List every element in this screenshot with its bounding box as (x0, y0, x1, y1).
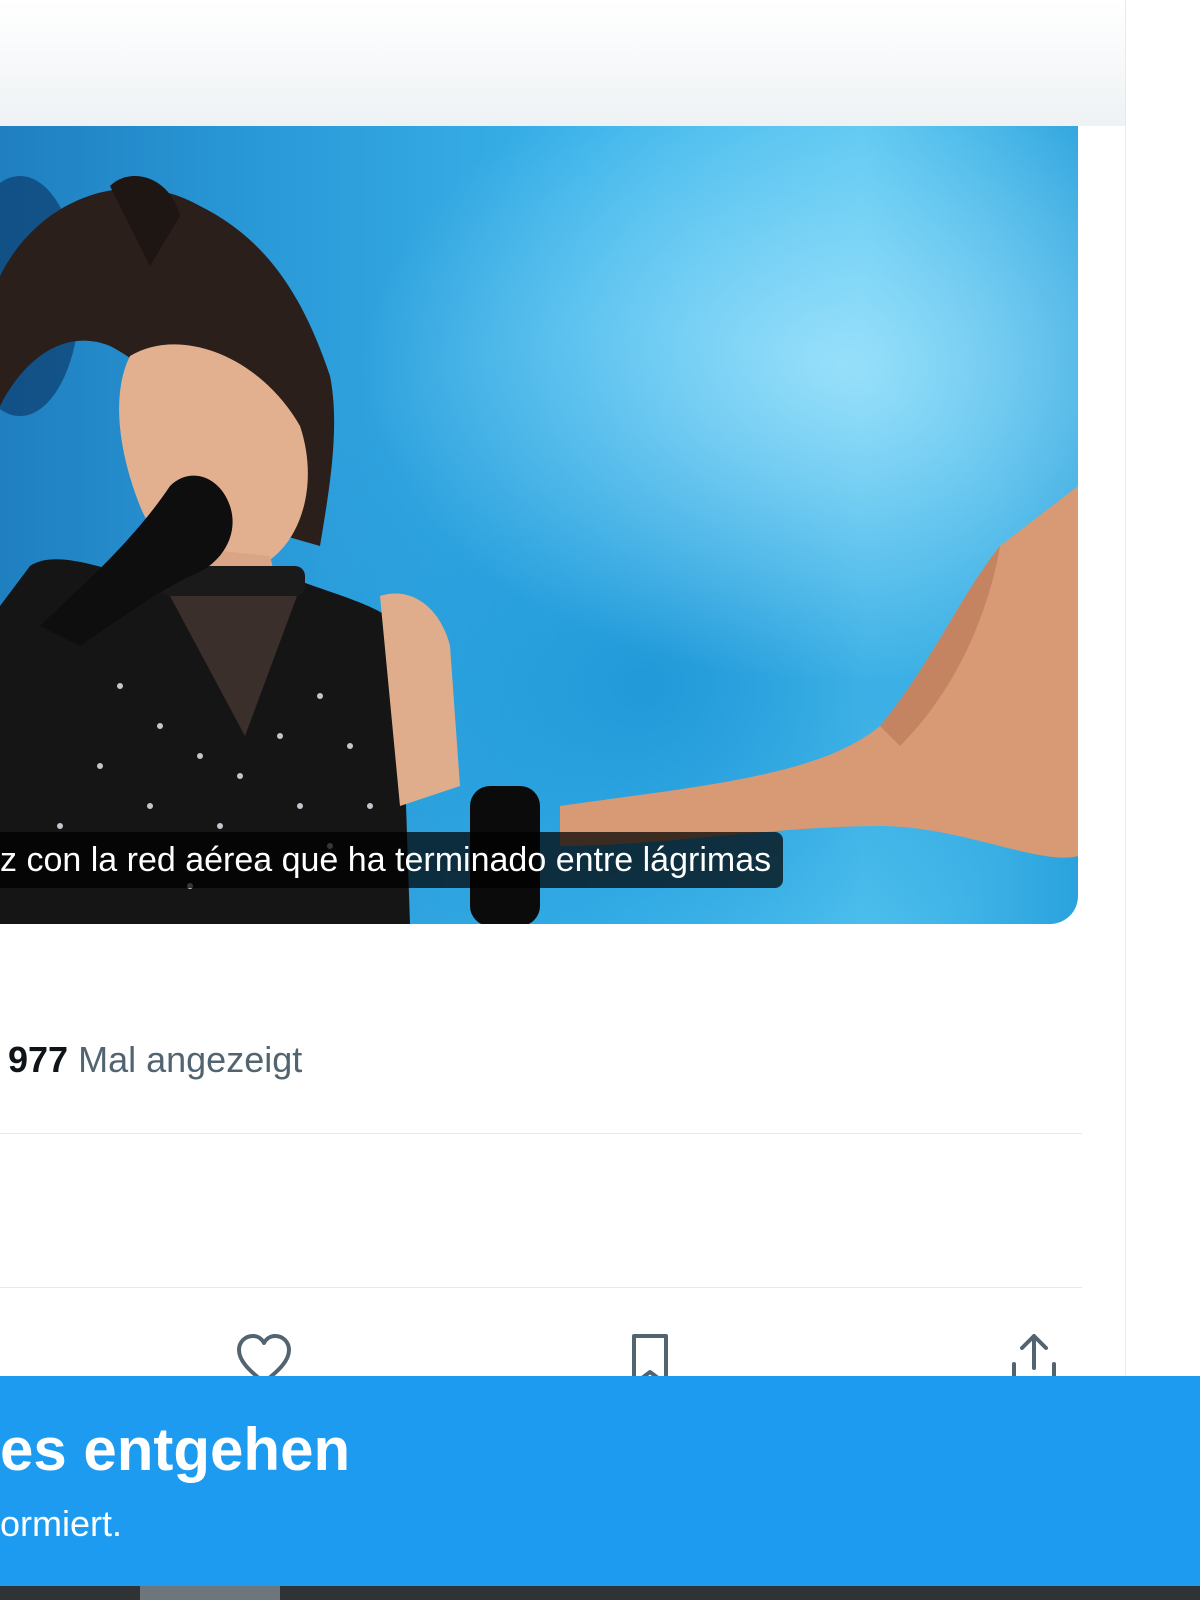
media-photo (0, 176, 1078, 924)
scrollbar-thumb[interactable] (140, 1586, 280, 1600)
banner-subtitle: ormiert. (0, 1503, 123, 1544)
horizontal-scrollbar[interactable] (0, 1586, 1200, 1600)
media-caption: z con la red aérea que ha terminado entr… (0, 832, 784, 888)
divider (0, 1133, 1082, 1134)
column-divider (1125, 0, 1126, 1376)
tweet-media-image[interactable]: z con la red aérea que ha terminado entr… (0, 126, 1078, 924)
banner-title: es entgehen (0, 1416, 351, 1483)
view-count-label: Mal angezeigt (78, 1039, 303, 1080)
signup-banner: es entgehen ormiert. (0, 1376, 1200, 1586)
header-fade (0, 0, 1126, 126)
divider (0, 1287, 1082, 1288)
view-count-number: 977 (8, 1039, 69, 1080)
view-count: 977 Mal angezeigt (8, 1036, 302, 1084)
